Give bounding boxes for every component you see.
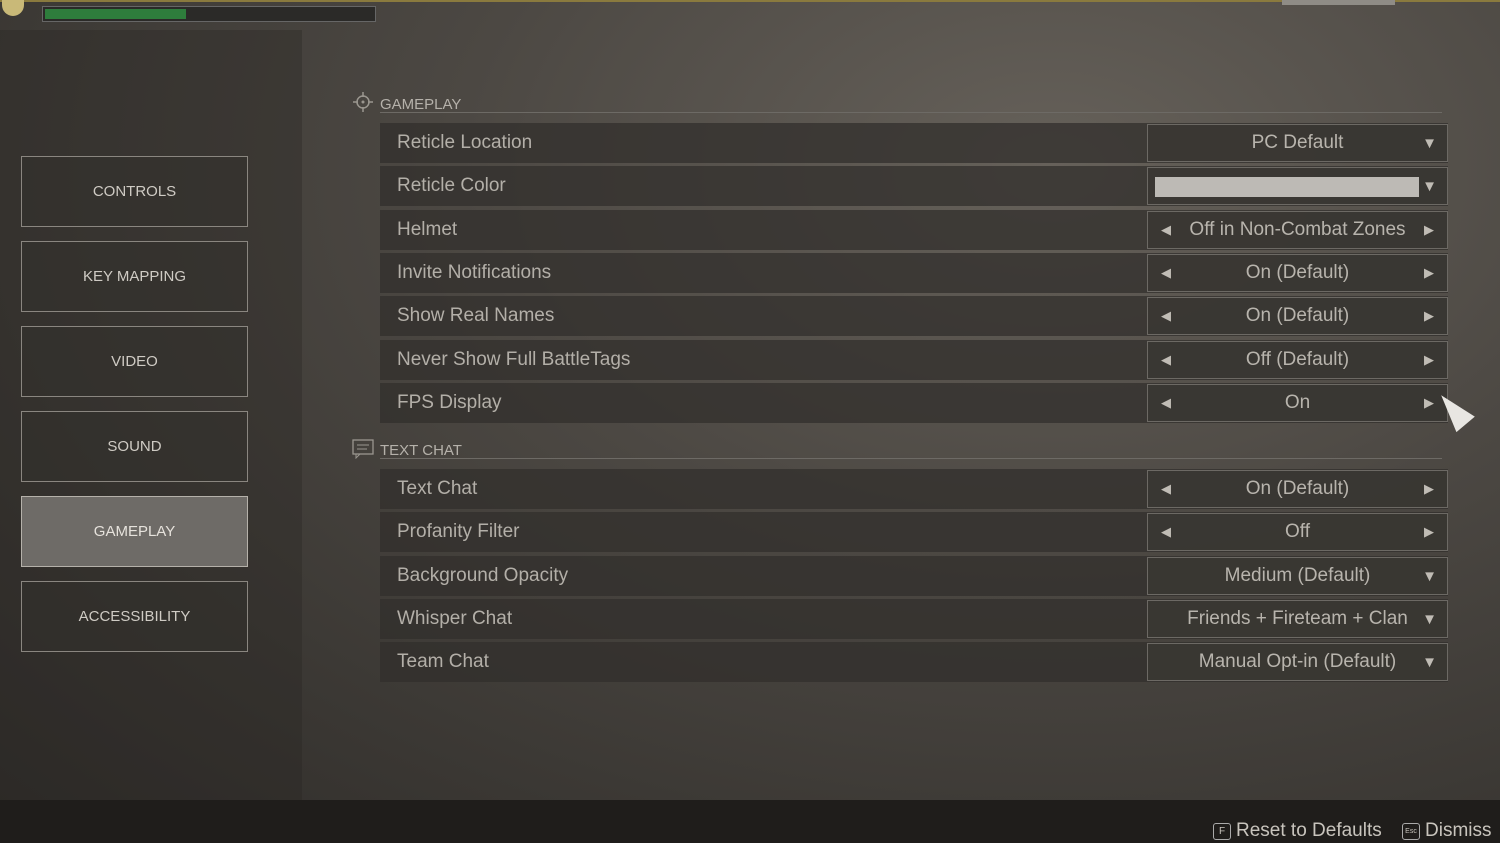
arrow-left-icon[interactable]: ◀ (1161, 481, 1171, 497)
profanity-filter-selector[interactable]: ◀ Off ▶ (1147, 513, 1448, 552)
dropdown-arrow-icon: ▼ (1422, 178, 1437, 196)
progress-fill (45, 9, 187, 19)
setting-row-show-real-names: Show Real Names ◀ On (Default) ▶ (380, 296, 1448, 337)
dismiss-button[interactable]: Esc Dismiss (1402, 820, 1492, 842)
show-real-names-selector[interactable]: ◀ On (Default) ▶ (1147, 297, 1448, 336)
arrow-right-icon[interactable]: ▶ (1424, 265, 1434, 281)
arrow-left-icon[interactable]: ◀ (1161, 308, 1171, 324)
setting-label: Reticle Color (397, 175, 506, 197)
esc-key-icon: Esc (1402, 822, 1420, 840)
setting-row-invite-notifications: Invite Notifications ◀ On (Default) ▶ (380, 252, 1448, 293)
gameplay-section-header: GAMEPLAY (352, 91, 1442, 117)
helmet-selector[interactable]: ◀ Off in Non-Combat Zones ▶ (1147, 210, 1448, 249)
setting-value: Medium (Default) (1224, 564, 1371, 586)
setting-label: Never Show Full BattleTags (397, 348, 631, 370)
whisper-chat-dropdown[interactable]: Friends + Fireteam + Clan ▼ (1147, 599, 1448, 638)
sidebar-item-key-mapping[interactable]: KEY MAPPING (21, 241, 248, 312)
reticle-location-dropdown[interactable]: PC Default ▼ (1147, 124, 1448, 162)
arrow-right-icon[interactable]: ▶ (1424, 481, 1434, 497)
color-swatch (1155, 177, 1419, 198)
dropdown-arrow-icon: ▼ (1422, 567, 1437, 585)
divider (380, 112, 1442, 113)
setting-row-fps-display: FPS Display ◀ On ▶ (380, 382, 1448, 423)
setting-label: Team Chat (397, 651, 489, 673)
reticle-color-dropdown[interactable]: ▼ (1147, 167, 1448, 206)
setting-value: On (Default) (1245, 261, 1350, 283)
setting-label: Show Real Names (397, 305, 555, 327)
team-chat-dropdown[interactable]: Manual Opt-in (Default) ▼ (1147, 643, 1448, 682)
setting-value: On (Default) (1245, 478, 1350, 499)
setting-row-background-opacity: Background Opacity Medium (Default) ▼ (380, 555, 1448, 596)
setting-value: Off (1285, 521, 1310, 543)
top-border (0, 0, 1500, 2)
textchat-section-header: TEXT CHAT (352, 437, 1442, 463)
setting-label: Invite Notifications (397, 261, 552, 283)
text-chat-selector[interactable]: ◀ On (Default) ▶ (1147, 470, 1448, 508)
arrow-right-icon[interactable]: ▶ (1424, 352, 1434, 368)
setting-row-reticle-color: Reticle Color ▼ (380, 166, 1448, 207)
setting-label: Background Opacity (397, 564, 569, 586)
invite-notifications-selector[interactable]: ◀ On (Default) ▶ (1147, 253, 1448, 292)
arrow-left-icon[interactable]: ◀ (1161, 352, 1171, 368)
never-show-full-battletags-selector[interactable]: ◀ Off (Default) ▶ (1147, 340, 1448, 379)
section-title: TEXT CHAT (380, 441, 462, 459)
setting-value: Off (Default) (1245, 348, 1350, 370)
background-opacity-dropdown[interactable]: Medium (Default) ▼ (1147, 556, 1448, 595)
arrow-left-icon[interactable]: ◀ (1161, 222, 1171, 238)
setting-label: FPS Display (397, 391, 502, 413)
setting-row-text-chat: Text Chat ◀ On (Default) ▶ (380, 469, 1448, 509)
dropdown-arrow-icon: ▼ (1422, 135, 1437, 152)
setting-value: On (Default) (1245, 305, 1350, 327)
sidebar-item-accessibility[interactable]: ACCESSIBILITY (21, 581, 248, 652)
setting-row-whisper-chat: Whisper Chat Friends + Fireteam + Clan ▼ (380, 598, 1448, 639)
arrow-left-icon[interactable]: ◀ (1161, 265, 1171, 281)
dropdown-arrow-icon: ▼ (1422, 654, 1437, 672)
chat-icon (352, 437, 374, 463)
setting-label: Text Chat (397, 478, 478, 499)
setting-label: Whisper Chat (397, 607, 513, 629)
setting-row-team-chat: Team Chat Manual Opt-in (Default) ▼ (380, 642, 1448, 683)
setting-value: Friends + Fireteam + Clan (1187, 607, 1408, 629)
sidebar-item-controls[interactable]: CONTROLS (21, 156, 248, 227)
setting-label: Helmet (397, 218, 458, 240)
emblem-icon (2, 0, 24, 16)
arrow-right-icon[interactable]: ▶ (1424, 222, 1434, 238)
dismiss-label: Dismiss (1425, 820, 1492, 841)
arrow-left-icon[interactable]: ◀ (1161, 524, 1171, 540)
arrow-right-icon[interactable]: ▶ (1424, 308, 1434, 324)
sidebar-item-gameplay[interactable]: GAMEPLAY (21, 496, 248, 567)
section-title: GAMEPLAY (380, 95, 462, 113)
sidebar-item-sound[interactable]: SOUND (21, 411, 248, 482)
setting-row-profanity-filter: Profanity Filter ◀ Off ▶ (380, 512, 1448, 553)
setting-row-reticle-location: Reticle Location PC Default ▼ (380, 123, 1448, 163)
sidebar-item-video[interactable]: VIDEO (21, 326, 248, 397)
setting-row-helmet: Helmet ◀ Off in Non-Combat Zones ▶ (380, 209, 1448, 250)
reset-defaults-button[interactable]: F Reset to Defaults (1213, 820, 1382, 842)
fps-display-selector[interactable]: ◀ On ▶ (1147, 383, 1448, 422)
arrow-left-icon[interactable]: ◀ (1161, 395, 1171, 411)
progress-bar (42, 6, 376, 22)
setting-value: Off in Non-Combat Zones (1189, 218, 1406, 240)
reset-label: Reset to Defaults (1236, 820, 1382, 841)
arrow-right-icon[interactable]: ▶ (1424, 524, 1434, 540)
crosshair-icon (352, 91, 374, 117)
setting-label: Reticle Location (397, 132, 533, 153)
divider (380, 458, 1442, 459)
f-key-icon: F (1213, 822, 1231, 840)
setting-row-never-show-full-battletags: Never Show Full BattleTags ◀ Off (Default)… (380, 339, 1448, 380)
dropdown-arrow-icon: ▼ (1422, 610, 1437, 628)
setting-value: On (1284, 391, 1311, 413)
top-tab-indicator (1282, 0, 1395, 5)
setting-label: Profanity Filter (397, 521, 520, 543)
setting-value: Manual Opt-in (Default) (1198, 651, 1397, 673)
setting-value: PC Default (1251, 132, 1344, 153)
